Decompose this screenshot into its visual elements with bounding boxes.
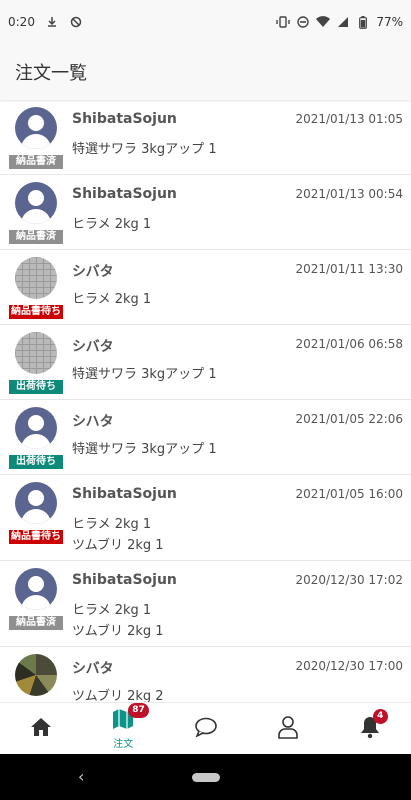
status-badge: 納品書済 [9, 616, 63, 630]
nav-home[interactable] [0, 703, 82, 754]
wifi-icon [316, 15, 331, 29]
order-date: 2021/01/05 16:00 [295, 487, 403, 501]
order-line-item: ヒラメ 2kg 1 [72, 292, 152, 307]
order-date: 2021/01/11 13:30 [295, 262, 403, 276]
avatar-wrap [9, 654, 65, 696]
signal-icon [336, 15, 350, 29]
order-line-item: 特選サワラ 3kgアップ 1 [72, 142, 217, 157]
chat-icon [194, 716, 218, 742]
avatar-wrap: 納品書済 [9, 107, 65, 169]
order-line-item: ツムブリ 2kg 1 [72, 538, 164, 553]
avatar [15, 407, 57, 449]
avatar [15, 482, 57, 524]
user-icon [277, 715, 298, 743]
avatar [15, 182, 57, 224]
battery-percent: 77% [376, 15, 403, 29]
avatar-wrap: 出荷待ち [9, 332, 65, 394]
order-list[interactable]: 納品書済 ShibataSojun 2021/01/13 01:05 特選サワラ 3k… [0, 100, 411, 702]
order-line-item: ツムブリ 2kg 1 [72, 624, 164, 639]
order-row[interactable]: 納品書待ち ShibataSojun 2021/01/05 16:00 ヒラメ 2kg… [0, 475, 411, 561]
order-lines: ヒラメ 2kg 1 [72, 289, 151, 310]
download-icon [45, 15, 59, 29]
order-line-item: ツムブリ 2kg 2 [72, 689, 164, 702]
status-badge: 納品書待ち [9, 530, 63, 544]
order-line-item: ヒラメ 2kg 1 [72, 517, 152, 532]
avatar-wrap: 納品書済 [9, 568, 65, 630]
order-line-item: ヒラメ 2kg 1 [72, 217, 152, 232]
status-badge: 納品書済 [9, 155, 63, 169]
order-lines: ツムブリ 2kg 2 [72, 686, 164, 702]
order-date: 2020/12/30 17:00 [295, 659, 403, 673]
order-user-name: ShibataSojun [72, 186, 177, 202]
order-row[interactable]: 納品書済 ShibataSojun 2021/01/13 00:54 ヒラメ 2kg … [0, 175, 411, 250]
order-row[interactable]: シバタ 2020/12/30 17:00 ツムブリ 2kg 2 [0, 647, 411, 702]
status-bar: 0:20 77% [0, 0, 411, 44]
order-user-name: シバタ [72, 339, 114, 355]
avatar [15, 257, 57, 299]
avatar [15, 654, 57, 696]
order-date: 2021/01/13 01:05 [295, 112, 403, 126]
status-time: 0:20 [8, 15, 35, 29]
avatar [15, 107, 57, 149]
vibrate-icon [276, 15, 291, 29]
order-user-name: シハタ [72, 414, 114, 430]
order-user-name: ShibataSojun [72, 486, 177, 502]
battery-icon [356, 15, 370, 29]
order-user-name: シバタ [72, 661, 114, 677]
nav-chat[interactable] [164, 703, 246, 754]
order-row[interactable]: 出荷待ち シバタ 2021/01/06 06:58 特選サワラ 3kgアップ 1 [0, 325, 411, 400]
status-badge: 出荷待ち [9, 455, 63, 469]
bottom-nav: 注文 87 4 [0, 702, 411, 754]
status-badge: 出荷待ち [9, 380, 63, 394]
home-pill[interactable] [192, 773, 220, 782]
home-icon [30, 717, 52, 741]
nav-profile[interactable] [247, 703, 329, 754]
order-line-item: 特選サワラ 3kgアップ 1 [72, 442, 217, 457]
order-date: 2020/12/30 17:02 [295, 573, 403, 587]
nav-orders-label: 注文 [113, 738, 134, 750]
order-user-name: ShibataSojun [72, 572, 177, 588]
order-date: 2021/01/06 06:58 [295, 337, 403, 351]
status-badge: 納品書済 [9, 230, 63, 244]
order-lines: 特選サワラ 3kgアップ 1 [72, 139, 217, 160]
avatar-wrap: 納品書待ち [9, 482, 65, 544]
avatar-wrap: 納品書済 [9, 182, 65, 244]
order-lines: 特選サワラ 3kgアップ 1 [72, 364, 217, 385]
order-lines: ヒラメ 2kg 1 ツムブリ 2kg 1 [72, 600, 164, 642]
nav-notifications[interactable]: 4 [329, 703, 411, 754]
nav-orders[interactable]: 注文 87 [82, 703, 164, 754]
avatar-wrap: 出荷待ち [9, 407, 65, 469]
order-date: 2021/01/13 00:54 [295, 187, 403, 201]
no-entry-icon [69, 15, 83, 29]
order-line-item: 特選サワラ 3kgアップ 1 [72, 367, 217, 382]
avatar [15, 332, 57, 374]
status-badge: 納品書待ち [9, 305, 63, 319]
orders-count-badge: 87 [128, 703, 149, 718]
order-row[interactable]: 納品書済 ShibataSojun 2020/12/30 17:02 ヒラメ 2kg … [0, 561, 411, 647]
system-nav-bar: ‹ [0, 754, 411, 800]
back-arrow-icon[interactable]: ‹ [78, 767, 84, 786]
order-user-name: ShibataSojun [72, 111, 177, 127]
order-date: 2021/01/05 22:06 [295, 412, 403, 426]
do-not-disturb-icon [296, 15, 310, 29]
order-row[interactable]: 出荷待ち シハタ 2021/01/05 22:06 特選サワラ 3kgアップ 1 [0, 400, 411, 475]
order-lines: 特選サワラ 3kgアップ 1 [72, 439, 217, 460]
notifications-count-badge: 4 [372, 709, 388, 724]
order-row[interactable]: 納品書待ち シバタ 2021/01/11 13:30 ヒラメ 2kg 1 [0, 250, 411, 325]
avatar [15, 568, 57, 610]
order-lines: ヒラメ 2kg 1 [72, 214, 151, 235]
order-user-name: シバタ [72, 264, 114, 280]
order-lines: ヒラメ 2kg 1 ツムブリ 2kg 1 [72, 514, 164, 556]
page-title: 注文一覧 [15, 63, 87, 84]
avatar-wrap: 納品書待ち [9, 257, 65, 319]
order-line-item: ヒラメ 2kg 1 [72, 603, 152, 618]
app-header: 注文一覧 [0, 44, 411, 100]
order-row[interactable]: 納品書済 ShibataSojun 2021/01/13 01:05 特選サワラ 3k… [0, 100, 411, 175]
